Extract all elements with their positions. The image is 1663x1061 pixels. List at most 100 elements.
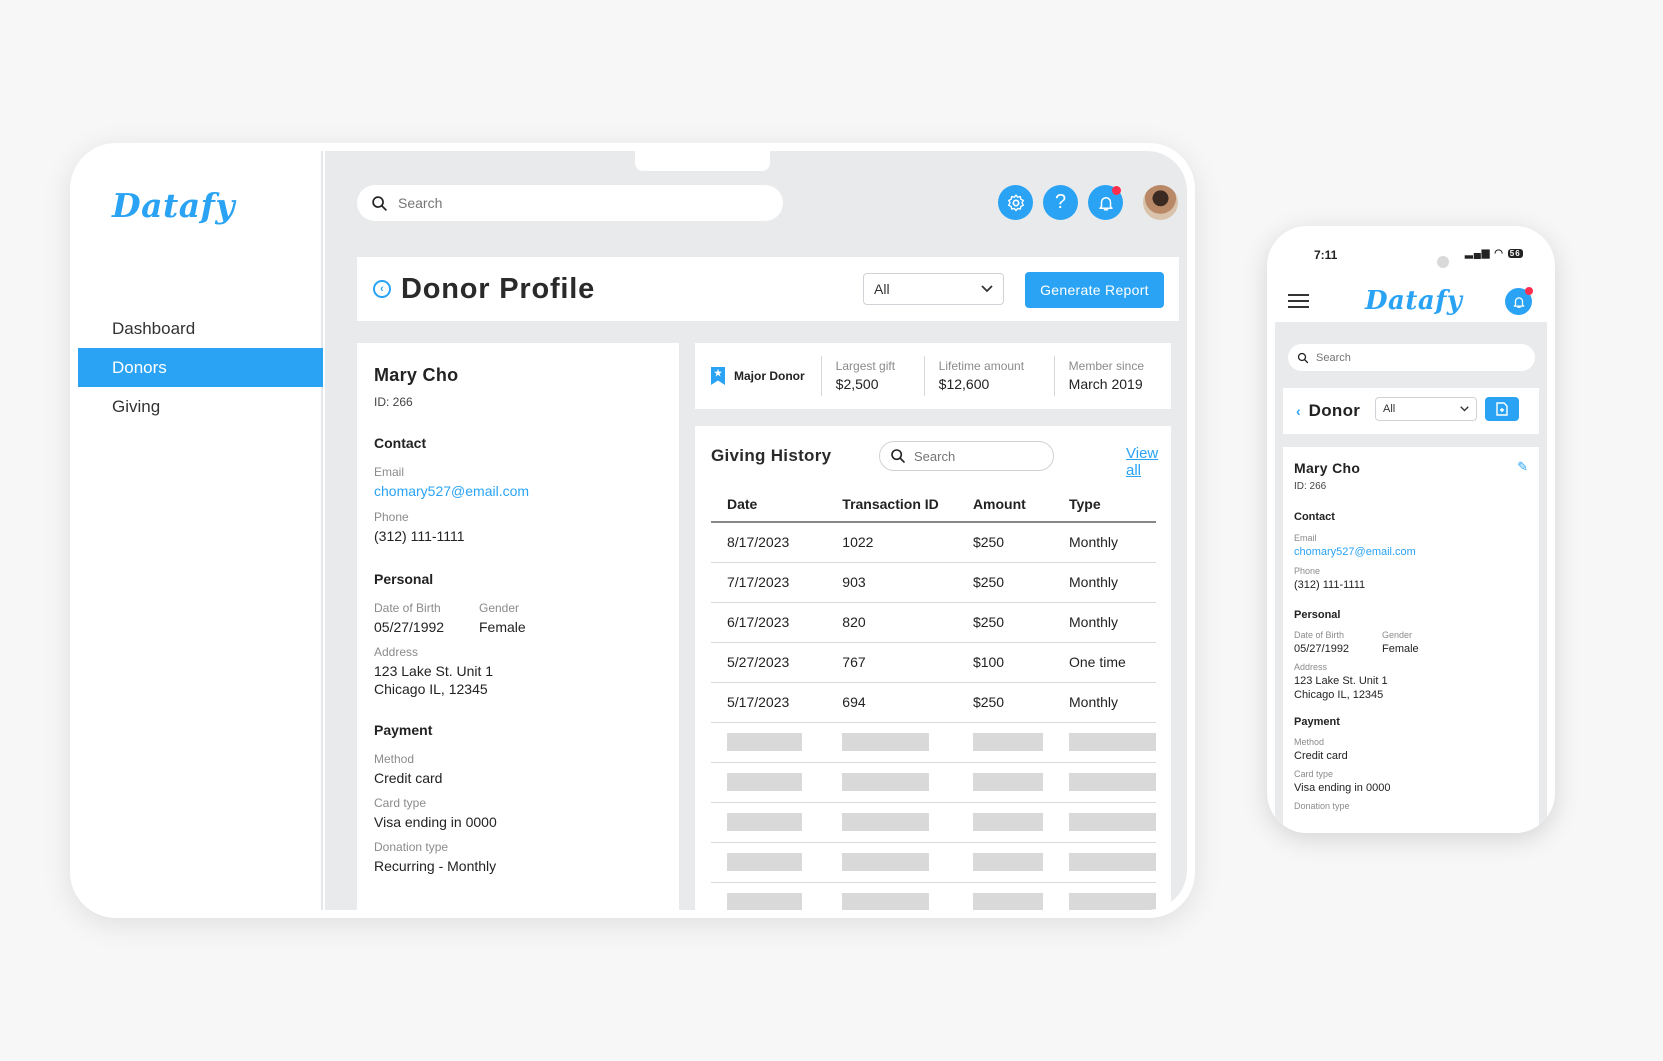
filter-select[interactable]: All (863, 273, 1004, 305)
email-link[interactable]: chomary527@email.com (1294, 545, 1528, 559)
cell-type: One time (1053, 642, 1156, 683)
giving-history-search-input[interactable] (914, 448, 1044, 464)
dob-group: Date of Birth 05/27/1992 (1294, 630, 1382, 656)
stat-largest-gift: Largest gift $2,500 (820, 356, 924, 396)
back-icon[interactable]: ‹ (373, 280, 391, 298)
mobile-filter-select[interactable]: All (1375, 397, 1477, 421)
table-row[interactable]: 6/17/2023 820 $250 Monthly (711, 602, 1156, 643)
donor-stats-card: ★ Major Donor Largest gift $2,500 Lifeti… (695, 343, 1171, 409)
cell-type: Monthly (1053, 522, 1156, 563)
bell-icon (1098, 196, 1113, 210)
mobile-report-button[interactable] (1485, 397, 1519, 421)
chevron-down-icon (981, 285, 993, 293)
main-content: ? ‹ Donor Profile All Generate Report Ma… (325, 151, 1187, 910)
cell-amount: $250 (956, 682, 1053, 723)
search-icon (891, 449, 905, 463)
mobile-page-title: Donor (1308, 401, 1361, 420)
cell-type: Monthly (1053, 602, 1156, 643)
mobile-search-input[interactable] (1316, 351, 1516, 364)
stat-value: $12,600 (938, 376, 990, 392)
email-label: Email (374, 465, 405, 479)
donor-name: Mary Cho (374, 365, 459, 385)
help-icon: ? (1054, 191, 1067, 213)
table-row[interactable]: 7/17/2023 903 $250 Monthly (711, 562, 1156, 603)
personal-section-title: Personal (1294, 609, 1341, 621)
cell-amount: $100 (956, 642, 1053, 683)
skeleton-bar (1069, 813, 1156, 831)
cell-date: 7/17/2023 (711, 562, 827, 603)
search-icon (372, 195, 387, 211)
mobile-donor-card: ✎ Mary Cho ID: 266 Contact Email chomary… (1283, 447, 1539, 833)
giving-history-search[interactable] (879, 441, 1054, 471)
skeleton-bar (842, 773, 930, 791)
page-title: Donor Profile (401, 272, 596, 305)
notifications-button[interactable] (1088, 185, 1123, 220)
settings-button[interactable] (998, 185, 1033, 220)
donor-id: ID: 266 (374, 395, 413, 409)
cell-type: Monthly (1053, 682, 1156, 723)
user-avatar[interactable] (1143, 185, 1178, 220)
gear-icon (1007, 193, 1024, 211)
cell-type: Monthly (1053, 562, 1156, 603)
stat-value: $2,500 (835, 376, 879, 392)
contact-section-title: Contact (374, 435, 427, 451)
menu-icon[interactable] (1288, 294, 1309, 308)
generate-report-button[interactable]: Generate Report (1025, 272, 1164, 308)
major-donor-badge: ★ Major Donor (695, 367, 821, 385)
column-header-date[interactable]: Date (711, 486, 827, 523)
skeleton-bar (727, 853, 802, 871)
column-header-type[interactable]: Type (1053, 486, 1156, 523)
battery-icon: 56 (1507, 249, 1523, 258)
camera-dot (1437, 256, 1449, 268)
column-header-transaction-id[interactable]: Transaction ID (826, 486, 957, 523)
address-line2: Chicago IL, 12345 (374, 681, 488, 697)
method-label: Method (374, 752, 415, 766)
stat-value: March 2019 (1068, 376, 1143, 392)
personal-section-title: Personal (374, 571, 434, 587)
mobile-notifications-button[interactable] (1505, 287, 1533, 315)
sidebar-item-dashboard[interactable]: Dashboard (78, 309, 323, 348)
status-icons: ▂▄▆ ◠ 56 (1465, 248, 1523, 259)
stat-lifetime-amount: Lifetime amount $12,600 (923, 356, 1054, 396)
back-chevron-icon[interactable]: ‹ (1296, 403, 1301, 419)
mobile-search[interactable] (1288, 344, 1535, 371)
wifi-icon: ◠ (1494, 248, 1504, 259)
method-value: Credit card (374, 770, 443, 786)
method-label: Method (1294, 737, 1325, 747)
gender-value: Female (479, 619, 526, 635)
email-link[interactable]: chomary527@email.com (374, 482, 662, 500)
address-line1: 123 Lake St. Unit 1 (1294, 675, 1388, 687)
donor-profile-card: Mary Cho ID: 266 Contact Email chomary52… (357, 343, 679, 910)
skeleton-bar (727, 813, 802, 831)
table-row[interactable]: 5/17/2023 694 $250 Monthly (711, 682, 1156, 723)
global-search[interactable] (357, 185, 783, 221)
cell-date: 5/17/2023 (711, 682, 827, 723)
sidebar: Datafy Dashboard Donors Giving (78, 151, 323, 910)
table-row[interactable]: 5/27/2023 767 $100 One time (711, 642, 1156, 683)
sidebar-item-giving[interactable]: Giving (78, 387, 323, 426)
search-input[interactable] (398, 195, 758, 211)
email-label: Email (1294, 533, 1317, 543)
skeleton-bar (972, 893, 1043, 910)
notification-dot (1525, 287, 1533, 295)
table-row[interactable]: 8/17/2023 1022 $250 Monthly (711, 522, 1156, 563)
view-all-link[interactable]: View all (1126, 445, 1171, 479)
mobile-topbar: Datafy (1275, 276, 1547, 322)
filter-value: All (1383, 403, 1396, 415)
gender-label: Gender (479, 601, 520, 615)
skeleton-bar (842, 813, 930, 831)
skeleton-bar (1069, 733, 1156, 751)
sidebar-item-donors[interactable]: Donors (78, 348, 323, 387)
card-type-label: Card type (374, 796, 427, 810)
giving-history-card: Giving History View all Date Transaction… (695, 426, 1171, 910)
phone-value: (312) 111-1111 (1294, 579, 1366, 591)
cell-amount: $250 (956, 522, 1053, 563)
column-header-amount[interactable]: Amount (956, 486, 1053, 523)
edit-icon[interactable]: ✎ (1517, 459, 1528, 475)
cell-date: 8/17/2023 (711, 522, 827, 563)
status-time: 7:11 (1314, 248, 1338, 262)
cell-transaction-id: 820 (826, 602, 957, 643)
help-button[interactable]: ? (1043, 185, 1078, 220)
gender-group: Gender Female (1382, 630, 1419, 656)
dob-label: Date of Birth (374, 601, 441, 615)
